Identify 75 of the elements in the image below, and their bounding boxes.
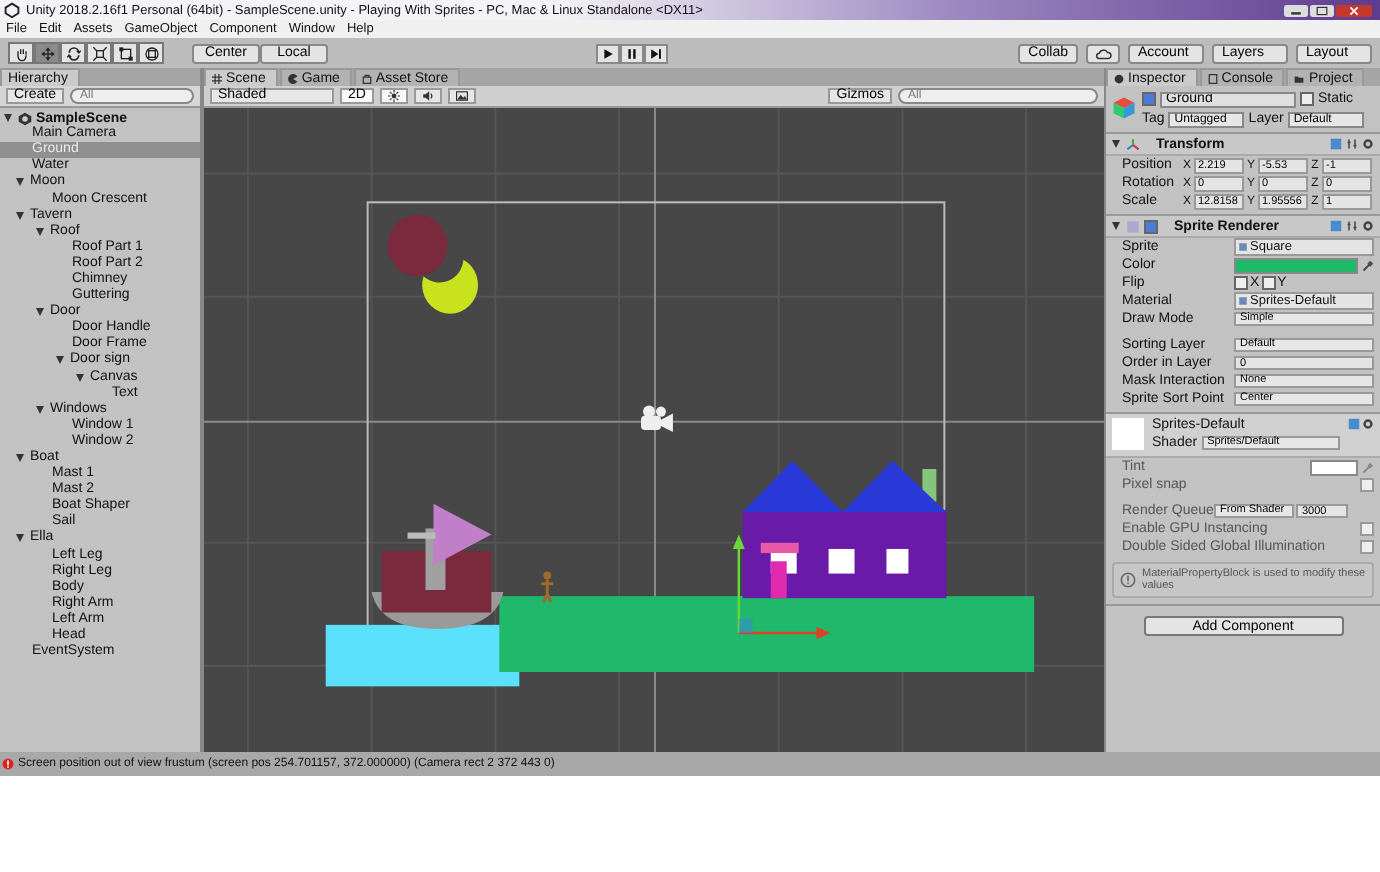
gear-icon[interactable] (1362, 418, 1374, 430)
lighting-toggle[interactable] (379, 88, 408, 104)
transform-icon (143, 45, 159, 61)
tool-button[interactable] (112, 42, 138, 64)
play-icon (602, 47, 614, 59)
maximize-icon[interactable] (1310, 3, 1334, 17)
effects-dropdown[interactable] (447, 88, 476, 104)
sliders-icon[interactable] (1346, 138, 1358, 150)
console-icon (1207, 73, 1218, 83)
info-icon (1120, 572, 1136, 588)
bag-icon (361, 73, 372, 83)
step-button[interactable] (644, 43, 668, 63)
color-field[interactable] (1234, 257, 1358, 273)
cloud-button[interactable] (1086, 43, 1120, 63)
foldout-icon[interactable] (56, 356, 64, 365)
audio-toggle[interactable] (413, 88, 442, 104)
foldout-icon[interactable] (16, 211, 24, 220)
grid-icon (212, 73, 222, 83)
tool-button[interactable] (86, 42, 112, 64)
gear-icon[interactable] (1362, 220, 1374, 232)
step-icon (650, 47, 662, 59)
foldout-icon[interactable] (16, 534, 24, 543)
checkbox[interactable] (1360, 540, 1374, 554)
cube-icon (1112, 96, 1136, 120)
checkbox[interactable] (1360, 478, 1374, 492)
cloud-icon (1094, 47, 1112, 59)
scale-icon (91, 45, 107, 61)
eyedropper-icon[interactable] (1362, 259, 1374, 271)
static-checkbox[interactable] (1300, 92, 1314, 106)
asset-icon (1238, 242, 1248, 252)
boat-drawing (371, 503, 504, 629)
camera-icon (641, 405, 673, 433)
sprite-icon (1126, 219, 1140, 233)
move-gizmo (732, 534, 831, 640)
folder-icon (1294, 73, 1305, 83)
pause-icon (626, 47, 638, 59)
image-icon (455, 90, 468, 102)
move-icon (39, 45, 55, 61)
pause-button[interactable] (620, 43, 644, 63)
color-field[interactable] (1310, 459, 1358, 475)
sun-icon (387, 90, 400, 102)
play-button[interactable] (596, 43, 620, 63)
info-icon (1114, 73, 1124, 83)
foldout-icon[interactable] (16, 178, 24, 187)
unity-logo-icon (4, 2, 20, 18)
figure-drawing (539, 571, 555, 604)
foldout-icon[interactable] (36, 227, 44, 236)
gear-icon[interactable] (1362, 138, 1374, 150)
close-icon[interactable] (1336, 3, 1372, 17)
sliders-icon[interactable] (1346, 220, 1358, 232)
foldout-icon[interactable] (36, 405, 44, 414)
foldout-icon[interactable] (16, 454, 24, 463)
tool-button[interactable] (8, 42, 34, 64)
error-icon (2, 758, 14, 770)
checkbox[interactable] (1360, 522, 1374, 536)
material-preview (1112, 418, 1144, 450)
enabled-checkbox[interactable] (1144, 219, 1158, 233)
tool-button[interactable] (60, 42, 86, 64)
minimize-icon[interactable] (1284, 3, 1308, 17)
axes-icon (1126, 137, 1140, 151)
asset-icon (1238, 296, 1248, 306)
flip-checkbox[interactable] (1234, 276, 1248, 290)
flip-checkbox[interactable] (1261, 276, 1276, 290)
foldout-icon[interactable] (36, 308, 44, 317)
scene-icon (18, 111, 32, 126)
foldout-icon[interactable] (76, 373, 84, 382)
hand-icon (13, 45, 29, 61)
rect-icon (117, 45, 133, 61)
rotate-icon (65, 45, 81, 61)
foldout-icon[interactable] (1112, 140, 1120, 148)
speaker-icon (421, 90, 434, 102)
active-checkbox[interactable] (1142, 92, 1156, 106)
tool-button[interactable] (138, 42, 164, 64)
pacman-icon (287, 73, 298, 83)
moon-drawing (387, 214, 478, 314)
